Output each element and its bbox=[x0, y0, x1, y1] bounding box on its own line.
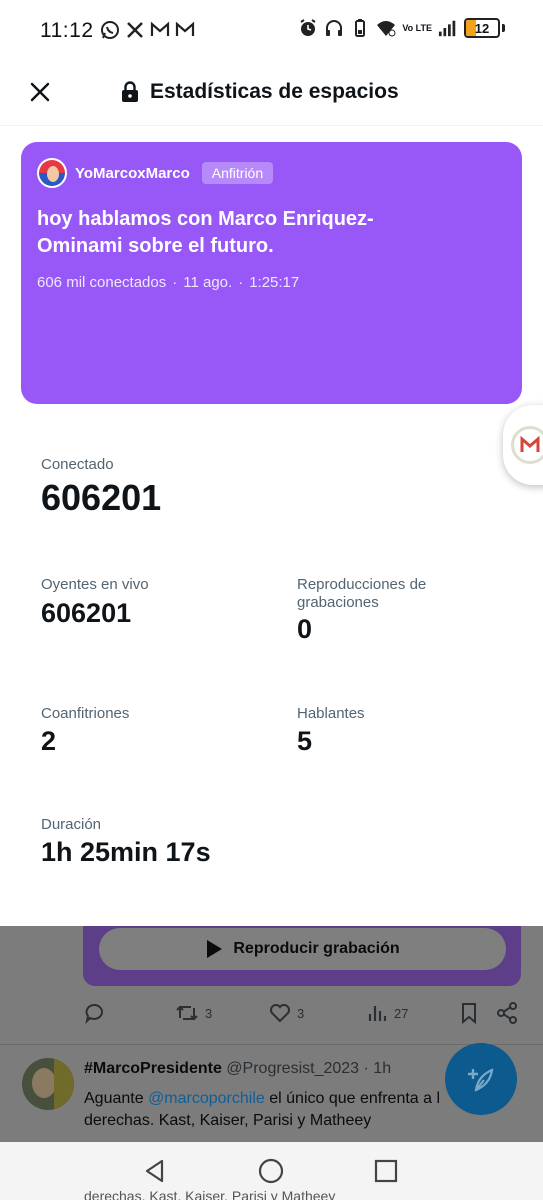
whatsapp-icon bbox=[101, 21, 119, 39]
bookmark-icon bbox=[462, 1003, 476, 1024]
tweet-header: #MarcoPresidente @Progresist_2023 · 1h bbox=[84, 1060, 391, 1078]
replays-label-line2: grabaciones bbox=[297, 594, 379, 611]
wifi-icon bbox=[377, 21, 396, 37]
like-button[interactable]: 3 bbox=[269, 1002, 304, 1024]
page-title: Estadísticas de espacios bbox=[150, 80, 399, 103]
back-icon bbox=[145, 1159, 164, 1183]
host-name[interactable]: YoMarcoxMarco bbox=[75, 165, 190, 182]
compose-icon bbox=[468, 1068, 494, 1092]
close-icon bbox=[30, 82, 50, 102]
heart-icon bbox=[270, 1004, 290, 1023]
system-navigation-bar: derechas. Kast, Kaiser, Parisi y Matheey bbox=[0, 1142, 543, 1200]
space-duration: 1:25:17 bbox=[249, 274, 300, 291]
recents-icon bbox=[374, 1159, 398, 1183]
tweet-time: 1h bbox=[373, 1060, 392, 1077]
connected-label: Conectado bbox=[41, 456, 114, 473]
alarm-icon bbox=[300, 19, 316, 36]
play-recording-button[interactable]: Reproducir grabación bbox=[99, 928, 506, 970]
share-icon bbox=[497, 1002, 517, 1024]
gmail-icon bbox=[175, 21, 195, 36]
replays-label: Reproducciones de grabaciones bbox=[297, 576, 426, 612]
space-connected-count: 606 mil conectados bbox=[37, 274, 167, 291]
battery-indicator: 12 bbox=[464, 18, 500, 38]
compose-button[interactable] bbox=[445, 1043, 517, 1115]
reply-icon bbox=[85, 1004, 103, 1024]
floating-app-bubble[interactable] bbox=[503, 405, 543, 485]
reply-button[interactable] bbox=[84, 1002, 106, 1024]
tweet-text-rest: el único que enfrenta a l bbox=[264, 1090, 441, 1107]
duration-label: Duración bbox=[41, 816, 102, 833]
home-icon bbox=[258, 1158, 284, 1184]
meta-separator: · bbox=[238, 274, 244, 291]
recents-button[interactable] bbox=[371, 1156, 401, 1186]
views-button[interactable]: 27 bbox=[366, 1002, 408, 1024]
meta-separator: · bbox=[363, 1060, 369, 1077]
retweet-count: 3 bbox=[205, 1005, 213, 1021]
home-button[interactable] bbox=[256, 1156, 286, 1186]
status-bar: 11:12 Vo LTE 12 bbox=[0, 0, 543, 62]
system-icons: Vo LTE 12 bbox=[298, 18, 505, 38]
replays-label-line1: Reproducciones de bbox=[297, 576, 427, 593]
retweet-icon bbox=[176, 1005, 198, 1021]
headphones-icon bbox=[326, 20, 343, 36]
space-date: 11 ago. bbox=[183, 274, 233, 291]
header-title-group: Estadísticas de espacios bbox=[120, 80, 399, 104]
feed-divider bbox=[0, 1044, 543, 1045]
tweet-author-name[interactable]: #MarcoPresidente bbox=[84, 1060, 222, 1077]
battery-level: 12 bbox=[474, 20, 490, 36]
space-title: hoy hablamos con Marco Enriquez-Ominami … bbox=[37, 208, 374, 257]
status-time: 11:12 bbox=[40, 19, 94, 42]
like-count: 3 bbox=[297, 1005, 305, 1021]
cohosts-label: Coanfitriones bbox=[41, 705, 130, 722]
tweet-author-avatar[interactable] bbox=[22, 1058, 74, 1110]
volte-indicator: Vo LTE bbox=[402, 22, 432, 33]
tweet-text-start: Aguante bbox=[84, 1090, 149, 1107]
top-app-bar: Estadísticas de espacios bbox=[0, 62, 543, 126]
space-card[interactable]: YoMarcoxMarco Anfitrión hoy hablamos con… bbox=[21, 142, 522, 404]
meta-separator: · bbox=[172, 274, 178, 291]
duration-value: 1h 25min 17s bbox=[41, 837, 211, 867]
gmail-bubble-icon bbox=[511, 426, 543, 464]
play-icon bbox=[207, 940, 223, 958]
space-meta: 606 mil conectados · 11 ago. · 1:25:17 bbox=[37, 274, 506, 291]
connected-value: 606201 bbox=[41, 477, 162, 518]
speakers-value: 5 bbox=[297, 726, 313, 756]
host-row: YoMarcoxMarco Anfitrión bbox=[37, 158, 506, 188]
notification-icons bbox=[100, 20, 195, 40]
views-count: 27 bbox=[394, 1005, 409, 1021]
speakers-label: Hablantes bbox=[297, 705, 365, 722]
views-icon bbox=[368, 1006, 387, 1021]
tweet-text-ghost: derechas. Kast, Kaiser, Parisi y Matheey bbox=[84, 1188, 336, 1200]
signal-icon bbox=[438, 20, 456, 37]
gmail-icon bbox=[150, 21, 170, 36]
tweet-text-line2: derechas. Kast, Kaiser, Parisi y Matheey bbox=[84, 1112, 372, 1129]
live-listeners-value: 606201 bbox=[41, 598, 132, 628]
lock-icon bbox=[122, 81, 138, 102]
battery-tip bbox=[502, 24, 505, 32]
play-recording-label: Reproducir grabación bbox=[233, 940, 400, 957]
cohosts-value: 2 bbox=[41, 726, 57, 756]
back-button[interactable] bbox=[140, 1156, 170, 1186]
tweet-text: Aguante @marcoporchile el único que enfr… bbox=[84, 1088, 464, 1132]
host-avatar[interactable] bbox=[37, 158, 67, 188]
live-listeners-label: Oyentes en vivo bbox=[41, 576, 149, 593]
retweet-button[interactable]: 3 bbox=[175, 1002, 212, 1024]
host-badge: Anfitrión bbox=[201, 162, 274, 184]
tweet-actions: 3 3 27 bbox=[82, 1000, 522, 1030]
share-button[interactable] bbox=[496, 1002, 518, 1024]
x-logo-icon bbox=[127, 22, 143, 38]
tweet-author-handle[interactable]: @Progresist_2023 bbox=[226, 1060, 359, 1077]
bookmark-button[interactable] bbox=[459, 1002, 479, 1024]
replays-value: 0 bbox=[297, 614, 313, 644]
battery-saver-icon bbox=[355, 19, 366, 37]
tweet-mention-link[interactable]: @marcoporchile bbox=[148, 1090, 265, 1107]
close-button[interactable] bbox=[24, 76, 56, 108]
